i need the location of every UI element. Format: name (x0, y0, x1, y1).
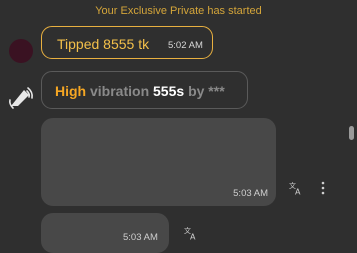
message-bubble: 5:03 AM (41, 213, 169, 253)
vibration-user: *** (208, 83, 225, 99)
message-timestamp: 5:03 AM (123, 232, 158, 243)
message-timestamp: 5:03 AM (233, 188, 268, 199)
vibration-icon (9, 87, 33, 109)
vibration-by: by (188, 83, 205, 99)
vibration-text: High vibration 555s by *** (55, 83, 225, 99)
vibration-duration: 555s (153, 83, 185, 99)
svg-text:A: A (295, 188, 301, 196)
translate-icon[interactable]: 文 A (289, 181, 303, 195)
svg-text:A: A (190, 233, 196, 241)
tip-timestamp: 5:02 AM (168, 40, 203, 51)
vibration-level: High (55, 83, 87, 99)
vibration-word: vibration (90, 83, 150, 99)
vibration-message-bubble: High vibration 555s by *** (41, 71, 248, 109)
private-started-notice: Your Exclusive Private has started (95, 5, 262, 17)
tip-message-bubble: Tipped 8555 tk 5:02 AM (41, 26, 213, 59)
message-bubble: 5:03 AM (41, 118, 276, 206)
scrollbar-thumb[interactable] (349, 126, 354, 140)
tip-text: Tipped 8555 tk (57, 36, 150, 52)
avatar[interactable] (9, 39, 33, 63)
translate-icon[interactable]: 文 A (184, 226, 198, 240)
more-vertical-icon[interactable] (318, 181, 328, 195)
